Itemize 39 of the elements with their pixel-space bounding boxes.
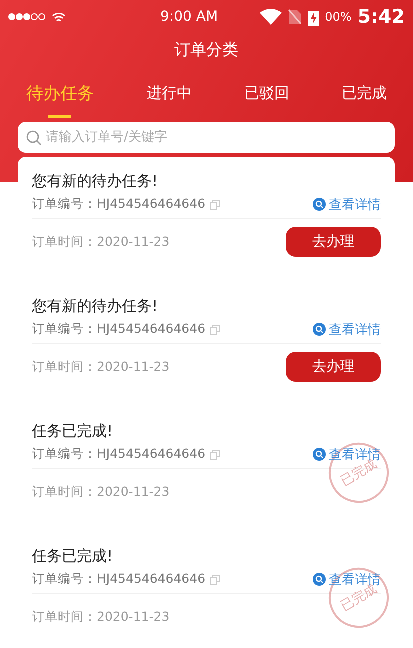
order-title: 任务已完成! bbox=[32, 546, 114, 567]
order-number: 订单编号：HJ454546464646 bbox=[32, 446, 206, 463]
view-details-link[interactable]: 查看详情 bbox=[313, 196, 381, 214]
order-time: 订单时间：2020-11-23 bbox=[32, 234, 170, 250]
order-number: 订单编号：HJ454546464646 bbox=[32, 571, 206, 588]
search-field[interactable]: 请输入订单号/关键字 bbox=[18, 122, 395, 153]
process-button[interactable]: 去办理 bbox=[286, 227, 381, 257]
wifi-icon bbox=[52, 12, 66, 22]
search-icon bbox=[313, 198, 326, 211]
order-number: 订单编号：HJ454546464646 bbox=[32, 321, 206, 338]
page-title: 订单分类 bbox=[174, 39, 238, 61]
status-time: 9:00 AM bbox=[160, 9, 218, 25]
signal-icon bbox=[8, 13, 46, 21]
search-icon bbox=[313, 448, 326, 461]
search-icon bbox=[313, 573, 326, 586]
order-number: 订单编号：HJ454546464646 bbox=[32, 196, 206, 213]
no-sim-icon bbox=[288, 9, 302, 25]
order-title: 任务已完成! bbox=[32, 421, 114, 442]
search-icon bbox=[26, 130, 42, 146]
order-time: 订单时间：2020-11-23 bbox=[32, 608, 170, 626]
status-clock: 5:42 bbox=[358, 6, 405, 28]
battery-percent: 00% bbox=[325, 10, 352, 24]
order-time: 订单时间：2020-11-23 bbox=[32, 484, 170, 500]
tab[interactable]: 已驳回 bbox=[240, 76, 294, 118]
order-title: 您有新的待办任务! bbox=[32, 171, 160, 192]
wifi-icon bbox=[260, 9, 282, 25]
tab[interactable]: 待办任务 bbox=[22, 76, 98, 118]
charging-icon bbox=[308, 8, 320, 26]
order-time: 订单时间：2020-11-23 bbox=[32, 358, 170, 376]
copy-icon[interactable] bbox=[210, 574, 220, 584]
tab[interactable]: 进行中 bbox=[142, 76, 196, 118]
copy-icon[interactable] bbox=[210, 324, 220, 334]
search-icon bbox=[313, 323, 326, 336]
tab[interactable]: 已完成 bbox=[338, 76, 391, 118]
copy-icon[interactable] bbox=[210, 200, 220, 210]
copy-icon[interactable] bbox=[210, 450, 220, 460]
process-button[interactable]: 去办理 bbox=[286, 352, 381, 382]
view-details-link[interactable]: 查看详情 bbox=[313, 320, 381, 338]
order-title: 您有新的待办任务! bbox=[32, 296, 160, 317]
